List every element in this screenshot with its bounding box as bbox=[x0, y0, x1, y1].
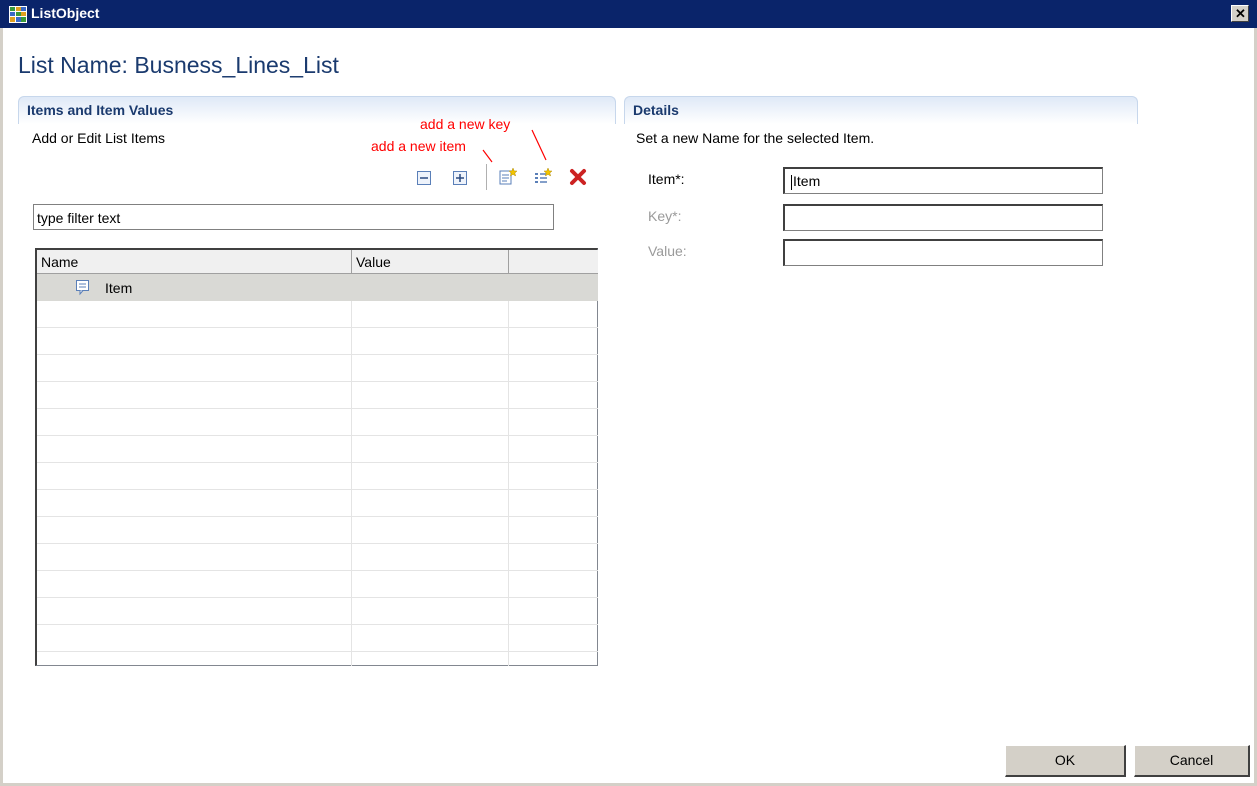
key-field-label: Key*: bbox=[648, 208, 682, 224]
delete-icon[interactable] bbox=[568, 167, 588, 187]
grid-row-line bbox=[37, 489, 598, 490]
column-header-name[interactable]: Name bbox=[37, 250, 352, 274]
page-title: List Name: Busness_Lines_List bbox=[18, 52, 339, 78]
cancel-button[interactable]: Cancel bbox=[1134, 745, 1250, 777]
close-button[interactable]: ✕ bbox=[1231, 5, 1249, 22]
items-section-header: Items and Item Values bbox=[18, 96, 616, 124]
grid-row-line bbox=[37, 597, 598, 598]
filter-input[interactable]: type filter text bbox=[33, 204, 554, 230]
grid-row-line bbox=[37, 516, 598, 517]
grid-row-line bbox=[37, 651, 598, 652]
annotation-arrows bbox=[482, 129, 547, 163]
value-field-label: Value: bbox=[648, 243, 687, 259]
collapse-all-icon[interactable] bbox=[416, 170, 432, 186]
details-description: Set a new Name for the selected Item. bbox=[636, 130, 875, 146]
item-name-value: Item bbox=[793, 173, 821, 189]
item-icon bbox=[76, 280, 89, 296]
item-name-field[interactable]: Item bbox=[783, 167, 1103, 194]
close-icon: ✕ bbox=[1235, 6, 1246, 21]
tree-item-label[interactable]: Item bbox=[105, 280, 132, 296]
grid-row-line bbox=[37, 435, 598, 436]
cancel-button-label: Cancel bbox=[1169, 752, 1214, 768]
items-section-title: Items and Item Values bbox=[27, 102, 174, 118]
grid-row-line bbox=[37, 354, 598, 355]
toolbar-separator bbox=[486, 164, 487, 190]
items-tree-table[interactable]: Name Value Item bbox=[35, 248, 598, 666]
grid-row-line bbox=[37, 624, 598, 625]
column-header-extra[interactable] bbox=[509, 250, 598, 274]
item-field-label: Item*: bbox=[648, 171, 685, 187]
window-title: ListObject bbox=[31, 5, 100, 21]
grid-col-line bbox=[508, 301, 509, 666]
items-description: Add or Edit List Items bbox=[32, 130, 166, 146]
column-header-value[interactable]: Value bbox=[352, 250, 509, 274]
add-item-icon[interactable] bbox=[498, 167, 518, 187]
ok-button[interactable]: OK bbox=[1005, 745, 1126, 777]
list-app-icon bbox=[9, 6, 27, 23]
grid-row-line bbox=[37, 462, 598, 463]
grid-col-line bbox=[351, 301, 352, 666]
grid-row-line bbox=[37, 543, 598, 544]
key-field[interactable] bbox=[783, 204, 1103, 231]
grid-row-line bbox=[37, 327, 598, 328]
grid-row-line bbox=[37, 570, 598, 571]
details-section-header: Details bbox=[624, 96, 1138, 124]
grid-row-line bbox=[37, 408, 598, 409]
title-bar[interactable]: ListObject ✕ bbox=[0, 0, 1257, 28]
annotation-add-item: add a new item bbox=[371, 138, 466, 154]
ok-button-label: OK bbox=[1054, 752, 1076, 768]
add-key-icon[interactable] bbox=[533, 167, 553, 187]
grid-row-line bbox=[37, 381, 598, 382]
expand-all-icon[interactable] bbox=[452, 170, 468, 186]
value-field[interactable] bbox=[783, 239, 1103, 266]
details-section-title: Details bbox=[633, 102, 679, 118]
text-caret bbox=[791, 174, 792, 190]
